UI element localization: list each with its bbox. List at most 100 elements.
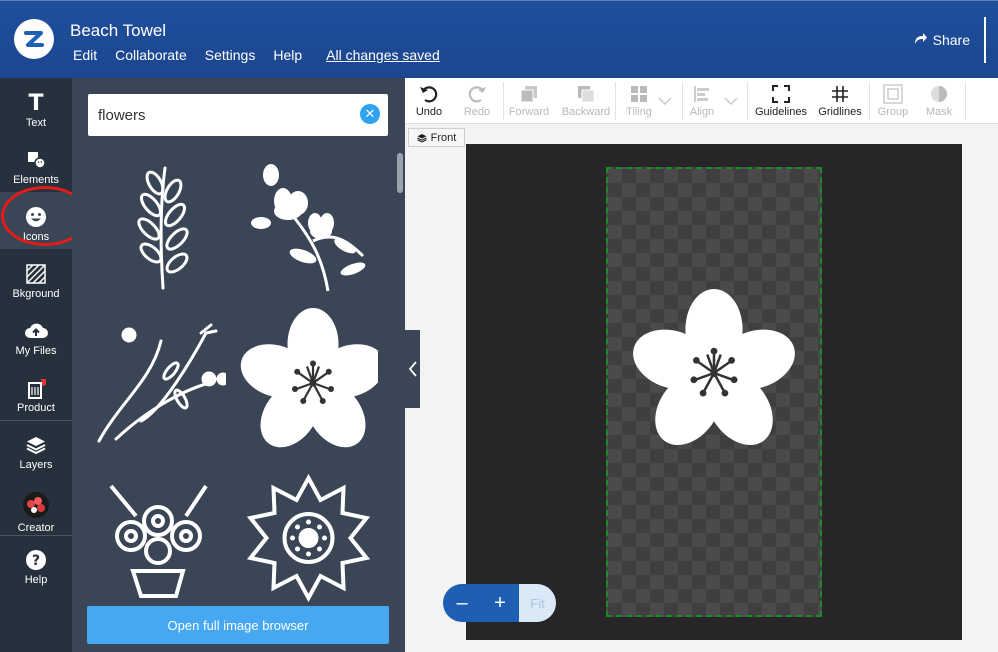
result-leaf-sprig-icon[interactable] [88, 158, 228, 298]
rail-label: Elements [13, 174, 59, 186]
backward-button[interactable]: Backward [557, 78, 615, 124]
result-magnolia-branch-icon[interactable] [238, 158, 378, 298]
forward-label: Forward [508, 106, 550, 118]
gridlines-label: Gridlines [818, 106, 862, 118]
redo-icon [467, 84, 487, 104]
zoom-fit-button[interactable]: Fit [519, 584, 556, 622]
zoom-controls: – + Fit [443, 584, 556, 622]
help-icon: ? [25, 549, 47, 571]
redo-label: Redo [463, 106, 491, 118]
menu-help[interactable]: Help [273, 47, 302, 63]
rail-label: My Files [15, 345, 57, 357]
chevron-left-icon [408, 361, 417, 377]
zoom-in-button[interactable]: + [481, 584, 519, 622]
background-icon [26, 263, 46, 285]
result-five-petal-flower-icon[interactable] [238, 308, 378, 458]
placed-flower-element[interactable] [630, 289, 798, 462]
result-wildflower-stems-icon[interactable] [88, 313, 228, 453]
front-tab-label: Front [430, 131, 457, 144]
open-image-browser-button[interactable]: Open full image browser [87, 606, 389, 644]
align-dropdown[interactable] [721, 78, 741, 124]
mask-label: Mask [925, 106, 953, 118]
document-title[interactable]: Beach Towel [70, 21, 166, 41]
toolbar-divider [965, 82, 966, 120]
design-canvas[interactable] [466, 144, 962, 640]
gridlines-button[interactable]: Gridlines [813, 78, 867, 124]
group-label: Group [877, 106, 909, 118]
app-header: Beach Towel Edit Collaborate Settings He… [0, 0, 998, 78]
rail-label: Layers [19, 459, 53, 471]
rail-item-my-files[interactable]: My Files [0, 306, 72, 363]
collapse-panel-button[interactable] [405, 330, 420, 408]
menu-bar: Edit Collaborate Settings Help All chang… [73, 47, 440, 63]
share-label: Share [932, 31, 970, 48]
clear-search-icon[interactable]: ✕ [360, 104, 380, 124]
rail-item-layers[interactable]: Layers [0, 420, 72, 477]
product-icon [25, 377, 47, 399]
forward-button[interactable]: Forward [505, 78, 553, 124]
zazzle-logo[interactable] [14, 19, 54, 59]
layers-icon [416, 133, 427, 143]
group-button[interactable]: Group [871, 78, 915, 124]
group-icon [883, 84, 903, 104]
text-icon: T [28, 90, 44, 116]
rail-label: Text [25, 117, 47, 129]
bring-forward-icon [520, 84, 538, 104]
rail-item-product[interactable]: Product [0, 363, 72, 420]
toolbar-divider [615, 82, 616, 120]
guidelines-icon [772, 84, 790, 104]
send-backward-icon [577, 84, 595, 104]
chevron-down-icon [658, 97, 672, 105]
toolbar-divider [503, 82, 504, 120]
toolbar-divider [869, 82, 870, 120]
creator-avatar [22, 491, 50, 519]
backward-label: Backward [561, 106, 611, 118]
align-label: Align [689, 106, 715, 118]
rail-label: Help [24, 574, 48, 586]
menu-edit[interactable]: Edit [73, 47, 97, 63]
rail-label: Product [17, 402, 55, 414]
search-input[interactable] [98, 102, 348, 128]
svg-text:?: ? [32, 553, 40, 569]
edit-toolbar: Undo Redo Forward Backward Tiling Align … [405, 78, 998, 124]
tool-rail: T Text Elements Icons Bkground My Files … [0, 78, 72, 652]
toolbar-divider [682, 82, 683, 120]
front-side-tab[interactable]: Front [408, 128, 465, 147]
mask-icon [930, 84, 948, 104]
elements-icon [26, 149, 46, 171]
menu-collaborate[interactable]: Collaborate [115, 47, 187, 63]
rail-item-creator[interactable]: Creator [0, 480, 72, 540]
result-flower-pot-icon[interactable] [88, 468, 228, 608]
guidelines-label: Guidelines [755, 106, 807, 118]
share-icon [913, 31, 927, 48]
zoom-out-button[interactable]: – [443, 584, 481, 622]
toolbar-divider [747, 82, 748, 120]
result-sunflower-icon[interactable] [238, 468, 378, 608]
rail-item-background[interactable]: Bkground [0, 249, 72, 306]
align-icon [693, 84, 711, 104]
redo-button[interactable]: Redo [453, 78, 501, 124]
cloud-upload-icon [24, 320, 48, 342]
rail-item-text[interactable]: T Text [0, 78, 72, 135]
chevron-down-icon [724, 97, 738, 105]
menu-settings[interactable]: Settings [205, 47, 256, 63]
grid-icon [831, 84, 849, 104]
tiling-icon [630, 84, 648, 104]
tiling-dropdown[interactable] [655, 78, 675, 124]
mask-button[interactable]: Mask [917, 78, 961, 124]
search-box: ✕ [88, 94, 388, 136]
undo-icon [419, 84, 439, 104]
rail-item-elements[interactable]: Elements [0, 135, 72, 192]
icons-panel: ✕ [72, 78, 405, 652]
panel-scrollbar[interactable] [397, 153, 403, 193]
header-divider [984, 17, 986, 63]
share-button[interactable]: Share [913, 31, 970, 48]
guidelines-button[interactable]: Guidelines [751, 78, 811, 124]
tiling-label: Tiling [626, 106, 652, 118]
undo-label: Undo [415, 106, 443, 118]
undo-button[interactable]: Undo [405, 78, 453, 124]
rail-label: Bkground [12, 288, 60, 300]
rail-item-help[interactable]: ? Help [0, 535, 72, 592]
align-button[interactable]: Align [684, 78, 720, 124]
save-status-link[interactable]: All changes saved [326, 47, 440, 63]
